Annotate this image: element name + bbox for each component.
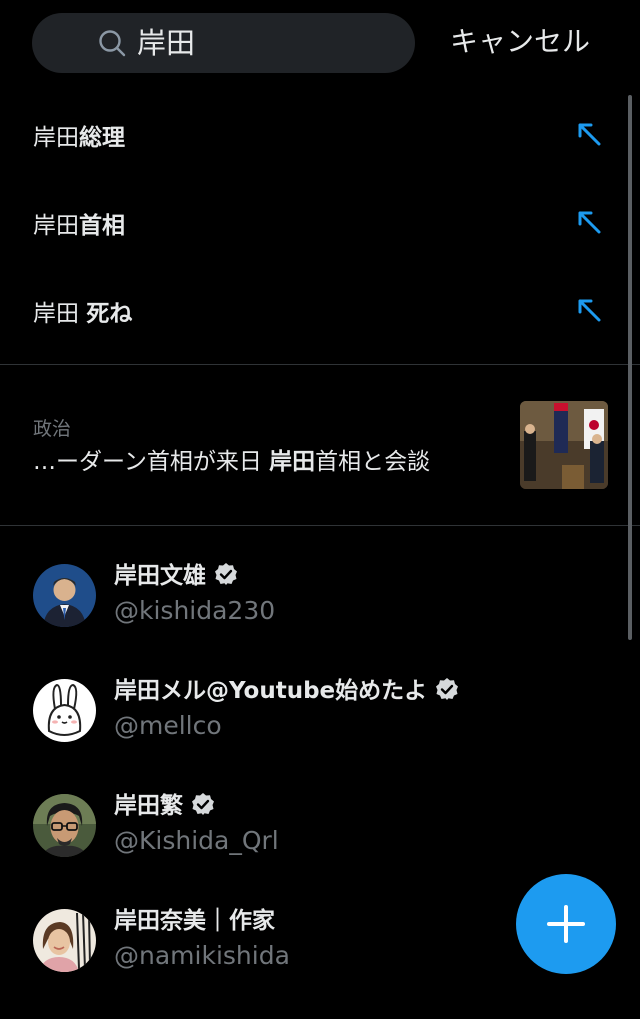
avatar [33,794,96,857]
verified-badge-icon [215,563,237,585]
fill-query-arrow-icon[interactable] [573,206,605,238]
avatar [33,909,96,972]
search-query: 岸田 [137,26,196,60]
trend-category: 政治 [33,418,72,440]
search-icon [99,30,126,57]
avatar [33,564,96,627]
verified-badge-icon [436,678,459,700]
user-display-name: 岸田文雄 [114,560,238,592]
user-handle: @mellco [114,711,222,740]
user-display-name: 岸田メル@Youtube始めたよ [114,675,459,707]
compose-button[interactable] [516,874,616,974]
trend-thumbnail [520,401,608,489]
user-handle: @Kishida_Qrl [114,826,279,855]
divider [0,525,640,526]
search-input[interactable]: 岸田 [32,13,415,73]
suggestion-label: 岸田首相 [33,213,125,239]
user-display-name: 岸田繁 [114,790,215,822]
user-display-name: 岸田奈美｜作家 [114,908,275,934]
user-result[interactable]: 岸田メル@Youtube始めたよ @mellco [0,678,640,789]
verified-badge-icon [192,793,214,815]
search-suggestion[interactable]: 岸田 死ね [0,276,640,356]
trend-title: …ーダーン首相が来日 岸田首相と会談 [33,449,431,475]
fill-query-arrow-icon[interactable] [573,294,605,326]
suggestion-label: 岸田総理 [33,125,125,151]
user-handle: @kishida230 [114,596,276,625]
suggestion-label: 岸田 死ね [33,301,133,327]
fill-query-arrow-icon[interactable] [573,118,605,150]
avatar [33,679,96,742]
user-result[interactable]: 岸田文雄 @kishida230 [0,563,640,674]
cancel-button[interactable]: キャンセル [450,24,590,60]
scrollbar[interactable] [628,95,632,640]
search-suggestion[interactable]: 岸田首相 [0,188,640,268]
divider [0,364,640,365]
plus-icon [547,905,585,943]
search-suggestion[interactable]: 岸田総理 [0,100,640,180]
user-handle: @namikishida [114,941,290,970]
